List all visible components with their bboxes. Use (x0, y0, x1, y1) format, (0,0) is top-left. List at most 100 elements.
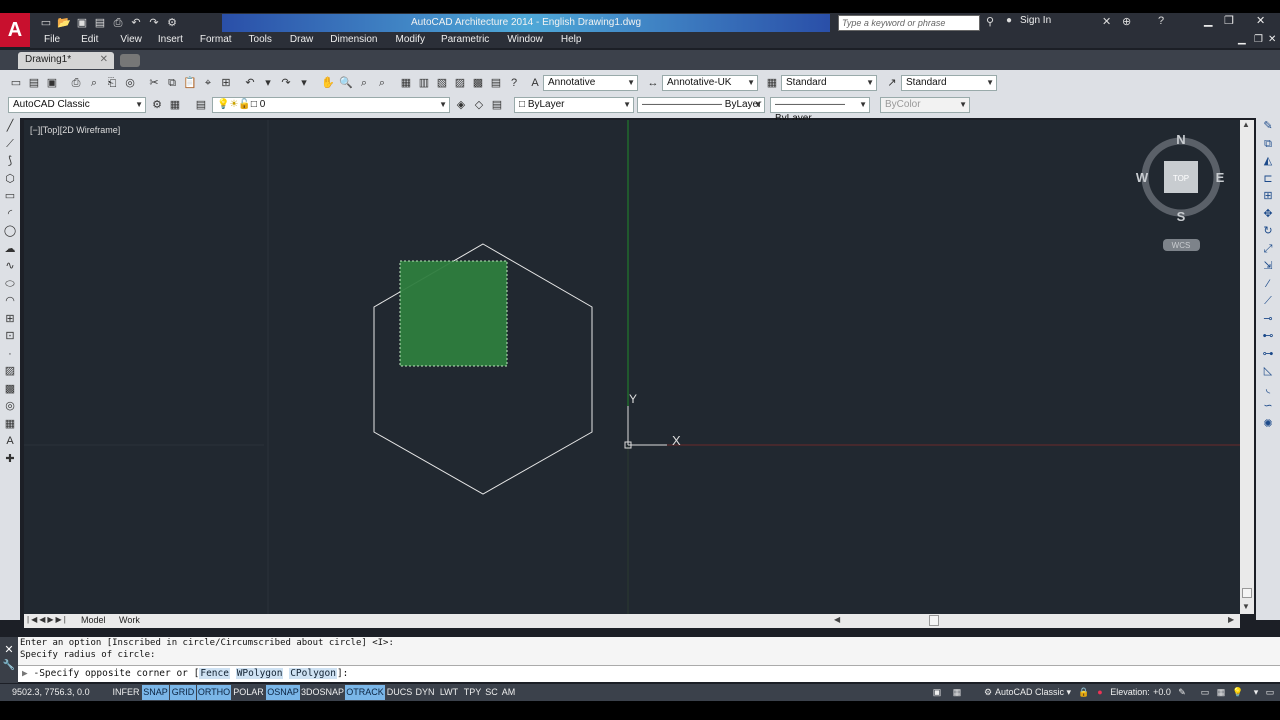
minimize-button[interactable]: ▁ (1204, 14, 1212, 27)
undo-icon[interactable]: ↶ (242, 75, 258, 91)
tab-model[interactable]: Model (81, 615, 106, 625)
open-icon[interactable]: 📂 (56, 15, 72, 31)
undo-icon[interactable]: ↶ (128, 15, 144, 31)
cut-icon[interactable]: ✂ (146, 75, 162, 91)
fillet-icon[interactable]: ◟ (1256, 381, 1280, 399)
gradient-icon[interactable]: ▩ (0, 381, 20, 399)
mirror-icon[interactable]: ◭ (1256, 153, 1280, 171)
elevation-settings-icon[interactable]: ✎ (1176, 685, 1188, 700)
hatch-icon[interactable]: ▨ (0, 363, 20, 381)
command-line-handle[interactable]: ✕ 🔧 (0, 637, 18, 683)
doc-restore-button[interactable]: ❐ (1254, 34, 1263, 45)
zoom-window-icon[interactable]: ⌕ (356, 75, 372, 91)
save-icon[interactable]: ▣ (74, 15, 90, 31)
binoculars-icon[interactable]: ⚲ (986, 15, 994, 28)
undo-dropdown-icon[interactable]: ▾ (260, 75, 276, 91)
drawing-canvas[interactable]: Y X TOP N S E W WCS (24, 120, 1240, 614)
paste-icon[interactable]: 📋 (182, 75, 198, 91)
redo-icon[interactable]: ↷ (278, 75, 294, 91)
circle-icon[interactable]: ◯ (0, 223, 20, 241)
zoom-previous-icon[interactable]: ⌕ (374, 75, 390, 91)
insert-block-icon[interactable]: ⊞ (0, 311, 20, 329)
region-icon[interactable]: ◎ (0, 398, 20, 416)
scale-icon[interactable]: ⤢ (1256, 241, 1280, 259)
break-at-point-icon[interactable]: ⊸ (1256, 311, 1280, 329)
new-icon[interactable]: ▭ (38, 15, 54, 31)
status-ducs[interactable]: DUCS (386, 685, 413, 700)
menu-modify[interactable]: Modify (396, 33, 425, 48)
notification-icon[interactable]: 💡 (1232, 685, 1244, 700)
help-resources-icon[interactable]: ⊕ (1122, 15, 1131, 28)
join-icon[interactable]: ⊶ (1256, 346, 1280, 364)
menu-window[interactable]: Window (507, 33, 543, 48)
compass-north[interactable]: N (1176, 132, 1185, 147)
command-input[interactable]: ▶ -Specify opposite corner or [Fence WPo… (18, 665, 1280, 682)
save-as-icon[interactable]: ▤ (92, 15, 108, 31)
publish-icon[interactable]: ⎗ (104, 75, 120, 91)
model-space-icon[interactable]: ▣ (930, 685, 944, 700)
copy-icon[interactable]: ⧉ (164, 75, 180, 91)
plot-preview-icon[interactable]: ⌕ (86, 75, 102, 91)
viewport-controls[interactable]: [−][Top][2D Wireframe] (30, 125, 120, 135)
zoom-realtime-icon[interactable]: 🔍 (338, 75, 354, 91)
menu-parametric[interactable]: Parametric (441, 33, 489, 48)
viewcube[interactable]: TOP N S E W WCS (1136, 132, 1225, 251)
status-menu-icon[interactable]: ▾ (1250, 685, 1262, 700)
redo-dropdown-icon[interactable]: ▾ (296, 75, 312, 91)
point-icon[interactable]: · (0, 346, 20, 364)
color-select[interactable]: □ ByLayer ▼ (514, 97, 634, 113)
workspace-switch-icon[interactable]: ⚙ (982, 685, 994, 700)
workspace-settings-icon[interactable]: ⚙ (149, 97, 165, 113)
linetype-select[interactable]: ———————— ByLayer ▼ (637, 97, 765, 113)
layer-previous-icon[interactable]: ◇ (471, 97, 487, 113)
save-icon[interactable]: ▣ (44, 75, 60, 91)
layer-select[interactable]: 💡☀🔓□ 0 ▼ (212, 97, 450, 113)
doc-close-button[interactable]: ✕ (1268, 34, 1276, 45)
lineweight-select[interactable]: ——————— ByLayer ▼ (770, 97, 870, 124)
status-3dosnap[interactable]: 3DOSNAP (301, 685, 344, 700)
status-tpy[interactable]: TPY (462, 685, 483, 700)
layer-properties-icon[interactable]: ▤ (193, 97, 209, 113)
compass-south[interactable]: S (1177, 209, 1186, 224)
status-polar[interactable]: POLAR (232, 685, 265, 700)
polyline-icon[interactable]: ⟆ (0, 153, 20, 171)
new-tab-button[interactable] (120, 54, 140, 67)
sheet-set-icon[interactable]: ▨ (452, 75, 468, 91)
quick-view-layouts-icon[interactable]: ▦ (948, 685, 966, 700)
3d-dwf-icon[interactable]: ◎ (122, 75, 138, 91)
customize-icon[interactable]: ▦ (167, 97, 183, 113)
open-icon[interactable]: ▤ (26, 75, 42, 91)
compass-east[interactable]: E (1216, 170, 1225, 185)
qnew-icon[interactable]: ▭ (8, 75, 24, 91)
plot-icon[interactable]: ⎙ (110, 15, 126, 31)
explode-icon[interactable]: ✺ (1256, 416, 1280, 434)
status-otrack[interactable]: OTRACK (345, 685, 385, 700)
trim-icon[interactable]: ⁄ (1256, 276, 1280, 294)
multiline-text-icon[interactable]: A (0, 433, 20, 451)
rectangle-icon[interactable]: ▭ (0, 188, 20, 206)
workspace-switch-icon[interactable]: ⚙ (164, 15, 180, 31)
chamfer-icon[interactable]: ◺ (1256, 363, 1280, 381)
scroll-up-icon[interactable]: ▲ (1242, 120, 1250, 129)
table-icon[interactable]: ▦ (0, 416, 20, 434)
tool-palettes-icon[interactable]: ▧ (434, 75, 450, 91)
compass-west[interactable]: W (1136, 170, 1149, 185)
spline-icon[interactable]: ∿ (0, 258, 20, 276)
quickcalc-icon[interactable]: ▤ (488, 75, 504, 91)
status-snap[interactable]: SNAP (142, 685, 169, 700)
break-icon[interactable]: ⊷ (1256, 328, 1280, 346)
workspace-status-menu[interactable]: AutoCAD Classic ▾ (995, 685, 1075, 700)
exchange-icon[interactable]: ✕ (1102, 15, 1111, 28)
help-icon[interactable]: ? (1158, 15, 1164, 27)
move-icon[interactable]: ✥ (1256, 206, 1280, 224)
layout-nav-arrows[interactable]: |◀◀▶▶| (27, 615, 68, 624)
maximize-button[interactable]: ❐ (1224, 14, 1234, 27)
redo-icon[interactable]: ↷ (146, 15, 162, 31)
close-command-line-icon[interactable]: ✕ (0, 643, 18, 656)
rotate-icon[interactable]: ↻ (1256, 223, 1280, 241)
design-center-icon[interactable]: ▥ (416, 75, 432, 91)
sign-in-link[interactable]: Sign In (1020, 15, 1051, 26)
status-osnap[interactable]: OSNAP (266, 685, 300, 700)
menu-tools[interactable]: Tools (249, 33, 272, 48)
hardware-acceleration-icon[interactable]: ▦ (1214, 685, 1228, 700)
